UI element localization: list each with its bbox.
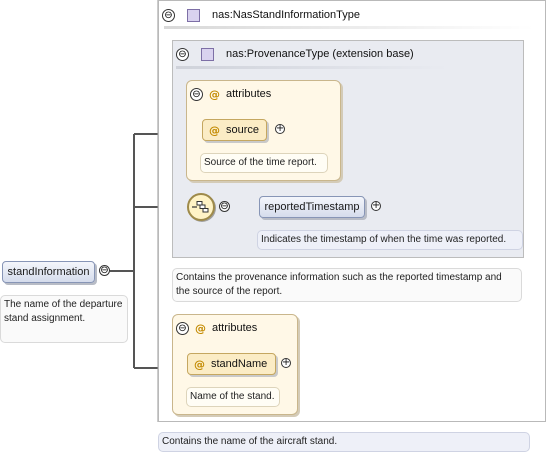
- collapse-icon[interactable]: ⊖: [176, 47, 189, 61]
- reported-timestamp-doc: Indicates the timestamp of when the time…: [257, 230, 523, 250]
- collapse-icon[interactable]: ⊖: [162, 8, 175, 22]
- provenance-type-name: nas:ProvenanceType (extension base): [226, 48, 414, 60]
- provenance-attributes-header: ⊖ @ attributes: [190, 83, 330, 105]
- outer-type-header-divider: [164, 26, 534, 29]
- attributes-label: attributes: [226, 88, 272, 100]
- attribute-icon: @: [195, 321, 206, 335]
- outer-type-name: nas:NasStandInformationType: [212, 9, 360, 21]
- attribute-source-doc: Source of the time report.: [200, 153, 328, 173]
- complex-type-icon: [201, 47, 214, 61]
- stand-attributes-header: ⊖ @ attributes: [176, 317, 292, 339]
- root-element-doc: The name of the departure stand assignme…: [0, 295, 128, 343]
- root-element-stand-information[interactable]: standInformation: [2, 261, 95, 283]
- collapse-icon[interactable]: ⊖: [190, 87, 203, 101]
- reported-timestamp-element[interactable]: reportedTimestamp: [259, 196, 365, 218]
- provenance-type-doc: Contains the provenance information such…: [172, 268, 522, 302]
- attribute-source[interactable]: @ source: [202, 119, 267, 141]
- outer-type-header: ⊖ nas:NasStandInformationType: [162, 4, 542, 26]
- outer-type-doc: Contains the name of the aircraft stand.: [158, 432, 530, 452]
- provenance-type-header-divider: [176, 66, 448, 69]
- attribute-stand-name-name: standName: [211, 358, 268, 370]
- expand-icon[interactable]: +: [275, 124, 285, 134]
- attribute-icon: @: [209, 87, 220, 101]
- complex-type-icon: [187, 8, 200, 22]
- attributes-label: attributes: [212, 322, 258, 334]
- attribute-stand-name[interactable]: @ standName: [187, 353, 276, 375]
- attribute-stand-name-doc: Name of the stand.: [186, 387, 280, 407]
- attribute-source-name: source: [226, 124, 260, 136]
- attribute-icon: @: [194, 357, 205, 371]
- collapse-icon[interactable]: ⊖: [176, 321, 189, 335]
- collapse-icon[interactable]: ⊖: [219, 201, 230, 212]
- collapse-icon[interactable]: ⊖: [99, 265, 110, 276]
- provenance-type-header: ⊖ nas:ProvenanceType (extension base): [176, 43, 516, 65]
- expand-icon[interactable]: +: [371, 201, 381, 211]
- sequence-compositor-icon[interactable]: [187, 193, 215, 221]
- expand-icon[interactable]: +: [281, 358, 291, 368]
- attribute-icon: @: [209, 123, 220, 137]
- sequence-glyph: [192, 201, 209, 213]
